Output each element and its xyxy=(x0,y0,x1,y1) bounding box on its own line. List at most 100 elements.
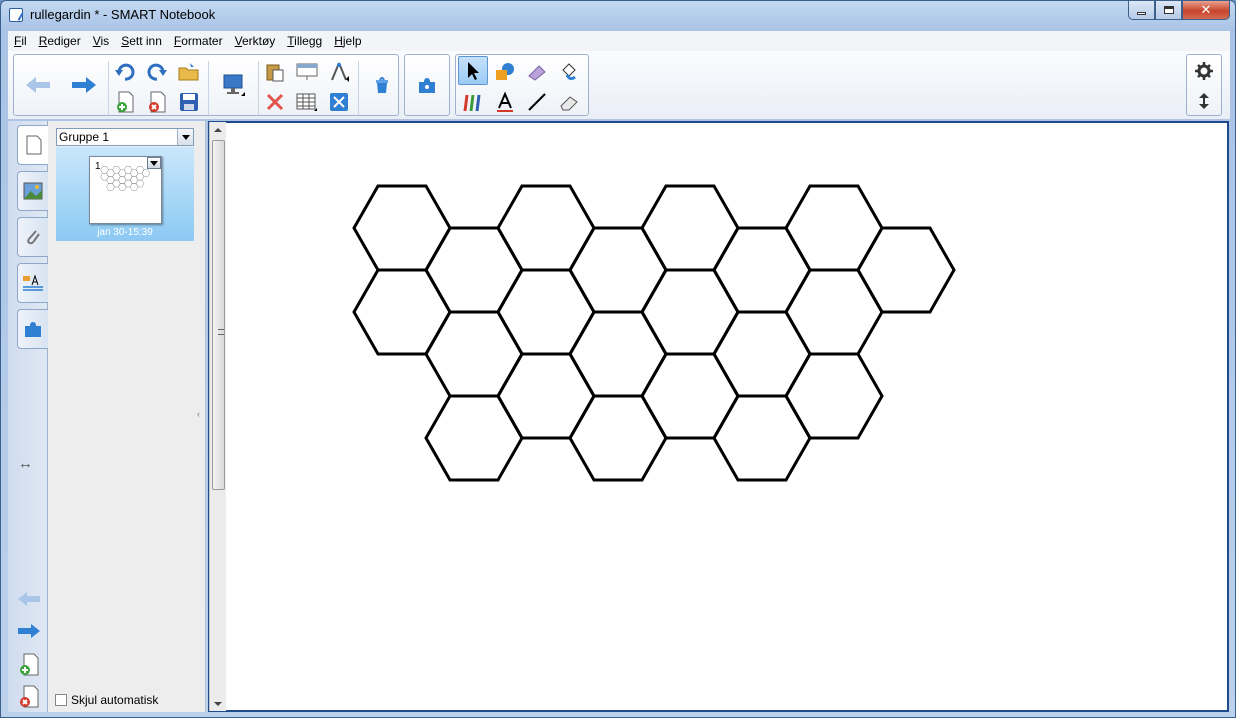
hexagon-shape[interactable] xyxy=(496,184,596,272)
save-button[interactable] xyxy=(174,87,204,116)
tab-page-sorter[interactable] xyxy=(17,125,50,165)
hexagon-shape[interactable] xyxy=(352,268,452,356)
previous-page-button[interactable] xyxy=(16,56,60,114)
next-page-sidebar-button[interactable] xyxy=(17,623,41,642)
hexagon-shape[interactable] xyxy=(568,394,668,482)
chevron-down-icon[interactable] xyxy=(177,129,193,145)
add-page-button[interactable] xyxy=(110,87,140,116)
hexagon-shape[interactable] xyxy=(640,268,740,356)
menu-sett-inn[interactable]: Sett inn xyxy=(115,34,168,48)
auto-hide-checkbox[interactable] xyxy=(55,694,67,706)
magic-pen-button[interactable] xyxy=(522,57,552,86)
window-title: rullegardin * - SMART Notebook xyxy=(30,7,216,22)
text-icon xyxy=(497,90,513,112)
close-icon: ✕ xyxy=(1200,2,1212,18)
pens-icon xyxy=(463,94,481,111)
fill-tool-button[interactable] xyxy=(554,57,584,86)
auto-hide-label: Skjul automatisk xyxy=(71,693,159,707)
full-screen-button[interactable] xyxy=(324,87,354,116)
attachments-icon xyxy=(27,230,40,245)
settings-icon xyxy=(1195,61,1213,80)
line-icon xyxy=(528,92,546,111)
smart-notebook-app-icon[interactable] xyxy=(9,8,23,22)
panel-resize-grip[interactable]: ‹ xyxy=(197,409,200,419)
menu-formater[interactable]: Formater xyxy=(168,34,229,48)
scroll-up-arrow-icon[interactable] xyxy=(214,128,222,132)
hexagon-shape[interactable] xyxy=(784,184,884,272)
page-thumbnail[interactable]: 1 xyxy=(89,156,162,224)
minimize-button[interactable] xyxy=(1128,1,1155,20)
tab-properties[interactable] xyxy=(17,263,48,303)
next-page-button[interactable] xyxy=(62,56,106,114)
menu-tillegg[interactable]: Tillegg xyxy=(281,34,328,48)
hexagon-shape[interactable] xyxy=(856,226,956,314)
hexagon-shape[interactable] xyxy=(712,310,812,398)
hexagon-shape[interactable] xyxy=(496,268,596,356)
screen-shade-button[interactable] xyxy=(292,57,322,86)
pens-tool-button[interactable] xyxy=(458,87,488,116)
delete-page-icon xyxy=(20,685,39,708)
hexagon-shape[interactable] xyxy=(784,268,884,356)
paste-button[interactable] xyxy=(260,57,290,86)
measurement-tools-button[interactable] xyxy=(324,57,354,86)
line-tool-button[interactable] xyxy=(522,87,552,116)
menu-rediger[interactable]: Rediger xyxy=(33,34,87,48)
screen-share-button[interactable] xyxy=(212,56,256,114)
page-thumbnail-item[interactable]: 1 jan 30-15:39 xyxy=(56,147,194,241)
hexagon-shape[interactable] xyxy=(712,226,812,314)
eraser-tool-button[interactable] xyxy=(554,87,584,116)
move-toolbar-button[interactable] xyxy=(1189,86,1219,115)
tab-attachments[interactable] xyxy=(17,217,48,257)
insert-table-button[interactable] xyxy=(292,87,322,116)
select-icon xyxy=(468,61,479,80)
scrollbar-thumb[interactable] xyxy=(212,140,225,490)
auto-hide-option: Skjul automatisk xyxy=(55,693,158,707)
menu-verktoy[interactable]: Verktøy xyxy=(229,34,282,48)
close-button[interactable]: ✕ xyxy=(1182,1,1230,20)
hexagon-shape[interactable] xyxy=(424,310,524,398)
undo-button[interactable] xyxy=(110,57,140,86)
tab-addons[interactable] xyxy=(17,309,48,349)
new-page-icon xyxy=(20,653,39,676)
delete-button[interactable] xyxy=(260,87,290,116)
page-menu-button[interactable] xyxy=(147,157,161,169)
addons-button[interactable] xyxy=(405,56,449,114)
hexagon-shape[interactable] xyxy=(568,226,668,314)
maximize-button[interactable] xyxy=(1155,1,1182,20)
select-tool-button[interactable] xyxy=(458,56,488,85)
hexagon-shape[interactable] xyxy=(496,352,596,440)
open-file-button[interactable] xyxy=(174,57,204,86)
delete-page-sidebar-button[interactable] xyxy=(18,685,40,712)
redo-button[interactable] xyxy=(142,57,172,86)
scroll-down-arrow-icon[interactable] xyxy=(214,702,222,706)
canvas-vertical-scrollbar[interactable] xyxy=(209,122,226,712)
hexagon-shape[interactable] xyxy=(640,352,740,440)
hexagon-shape[interactable] xyxy=(640,184,740,272)
previous-page-sidebar-button[interactable] xyxy=(17,591,41,610)
add-page-sidebar-button[interactable] xyxy=(18,653,40,680)
table-icon xyxy=(296,93,317,111)
hexagon-drawing[interactable] xyxy=(226,123,1228,712)
hexagon-shape[interactable] xyxy=(784,352,884,440)
hexagon-shape[interactable] xyxy=(352,184,452,272)
thumbnail-hexagon xyxy=(135,179,145,188)
properties-button[interactable] xyxy=(360,56,404,114)
hexagon-shape[interactable] xyxy=(424,226,524,314)
hexagon-shape[interactable] xyxy=(568,310,668,398)
whiteboard-canvas[interactable] xyxy=(226,122,1228,711)
menu-hjelp[interactable]: Hjelp xyxy=(328,34,367,48)
collapse-sidebar-button[interactable]: ↔ xyxy=(18,455,33,472)
menu-fil[interactable]: Fil xyxy=(8,34,33,48)
undo-icon xyxy=(115,63,135,81)
shapes-tool-button[interactable] xyxy=(490,57,520,86)
menu-vis[interactable]: Vis xyxy=(87,34,115,48)
delete-page-icon xyxy=(149,91,166,112)
settings-button[interactable] xyxy=(1189,56,1219,85)
hexagon-shape[interactable] xyxy=(712,394,812,482)
delete-page-button[interactable] xyxy=(142,87,172,116)
tab-gallery[interactable] xyxy=(17,171,48,211)
hexagon-shape[interactable] xyxy=(424,394,524,482)
fill-icon xyxy=(562,62,576,80)
group-dropdown[interactable]: Gruppe 1 xyxy=(56,128,194,146)
text-tool-button[interactable] xyxy=(490,87,520,116)
